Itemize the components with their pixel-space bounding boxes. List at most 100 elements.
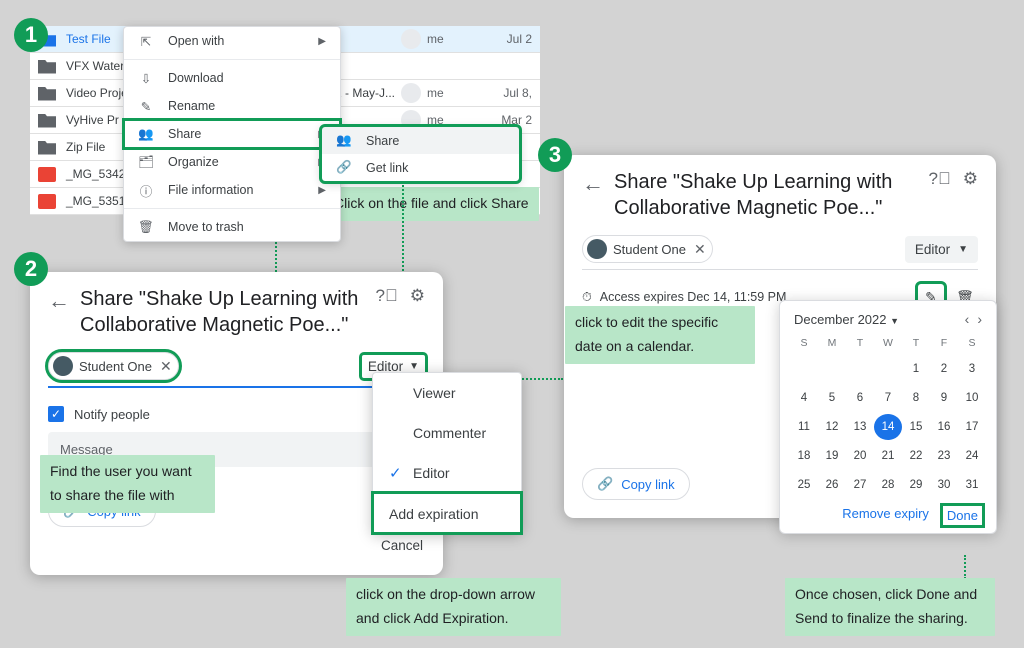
day-cell[interactable]: 20 bbox=[846, 443, 874, 469]
role-option-label: Viewer bbox=[413, 385, 456, 401]
day-cell[interactable]: 22 bbox=[902, 443, 930, 469]
day-cell[interactable]: 25 bbox=[790, 472, 818, 498]
day-cell[interactable]: 13 bbox=[846, 414, 874, 440]
mid-label: 1 - May-J... bbox=[335, 86, 395, 100]
day-cell[interactable]: 3 bbox=[958, 356, 986, 382]
role-viewer[interactable]: Viewer bbox=[373, 373, 521, 413]
image-icon bbox=[38, 194, 56, 209]
prev-month-icon[interactable]: ‹ bbox=[965, 311, 970, 327]
add-expiration[interactable]: Add expiration bbox=[373, 493, 521, 533]
day-cell[interactable]: 9 bbox=[930, 385, 958, 411]
day-cell[interactable]: 21 bbox=[874, 443, 902, 469]
day-cell[interactable]: 27 bbox=[846, 472, 874, 498]
gear-icon[interactable]: ⚙ bbox=[410, 286, 425, 306]
dow-label: S bbox=[958, 333, 986, 353]
user-chip[interactable]: Student One ✕ bbox=[582, 235, 713, 263]
day-cell[interactable]: 10 bbox=[958, 385, 986, 411]
file-owner: me bbox=[427, 113, 482, 127]
expiry-text: Access expires Dec 14, 11:59 PM bbox=[600, 290, 787, 304]
folder-icon bbox=[38, 113, 56, 128]
rename-icon: ✎ bbox=[138, 98, 154, 114]
image-icon bbox=[38, 167, 56, 182]
calendar-month[interactable]: December 2022 ▼ bbox=[794, 312, 899, 327]
role-option-label: Commenter bbox=[413, 425, 486, 441]
help-icon[interactable]: ?⃝ bbox=[929, 169, 951, 189]
menu-label: Rename bbox=[168, 99, 215, 113]
menu-label: Download bbox=[168, 71, 224, 85]
chevron-right-icon: ▶ bbox=[318, 185, 326, 196]
day-cell[interactable]: 8 bbox=[902, 385, 930, 411]
share-icon: 👥 bbox=[138, 126, 154, 142]
callout-step1: Click on the file and click Share bbox=[324, 187, 539, 221]
notify-checkbox[interactable]: ✓ bbox=[48, 406, 64, 422]
link-icon: 🔗 bbox=[597, 476, 613, 492]
back-arrow-icon[interactable]: ← bbox=[48, 288, 70, 314]
menu-open-with[interactable]: ⇱Open with▶ bbox=[124, 27, 340, 55]
menu-share[interactable]: 👥Share▶ bbox=[124, 120, 340, 148]
copy-link-button[interactable]: 🔗 Copy link bbox=[582, 468, 690, 500]
role-dropdown[interactable]: Editor ▼ bbox=[905, 236, 978, 263]
day-cell[interactable]: 17 bbox=[958, 414, 986, 440]
day-cell[interactable]: 5 bbox=[818, 385, 846, 411]
day-cell[interactable]: 2 bbox=[930, 356, 958, 382]
dow-label: T bbox=[902, 333, 930, 353]
chip-label: Student One bbox=[79, 359, 152, 374]
day-cell[interactable]: 29 bbox=[902, 472, 930, 498]
day-cell[interactable]: 23 bbox=[930, 443, 958, 469]
day-cell[interactable]: 15 bbox=[902, 414, 930, 440]
dow-label: T bbox=[846, 333, 874, 353]
next-month-icon[interactable]: › bbox=[977, 311, 982, 327]
back-arrow-icon[interactable]: ← bbox=[582, 171, 604, 197]
dow-label: F bbox=[930, 333, 958, 353]
day-cell[interactable]: 31 bbox=[958, 472, 986, 498]
day-cell[interactable]: 14 bbox=[874, 414, 902, 440]
dialog-title: Share "Shake Up Learning with Collaborat… bbox=[80, 286, 366, 338]
remove-expiry-button[interactable]: Remove expiry bbox=[842, 506, 929, 525]
file-date: Mar 2 bbox=[482, 113, 532, 127]
organize-icon: 🗂 bbox=[138, 154, 154, 170]
done-button[interactable]: Done bbox=[943, 506, 982, 525]
role-commenter[interactable]: Commenter bbox=[373, 413, 521, 453]
day-cell[interactable]: 18 bbox=[790, 443, 818, 469]
gear-icon[interactable]: ⚙ bbox=[963, 169, 978, 189]
day-cell[interactable]: 11 bbox=[790, 414, 818, 440]
chevron-right-icon: ▶ bbox=[318, 36, 326, 47]
cancel-button[interactable]: Cancel bbox=[381, 538, 423, 553]
menu-organize[interactable]: 🗂Organize▶ bbox=[124, 148, 340, 176]
remove-chip-icon[interactable]: ✕ bbox=[694, 241, 706, 258]
submenu-share[interactable]: 👥Share bbox=[322, 127, 519, 154]
menu-download[interactable]: ⇩Download bbox=[124, 64, 340, 92]
menu-file-info[interactable]: ⓘFile information▶ bbox=[124, 176, 340, 204]
day-cell[interactable]: 6 bbox=[846, 385, 874, 411]
submenu-get-link[interactable]: 🔗Get link bbox=[322, 154, 519, 181]
day-cell[interactable]: 19 bbox=[818, 443, 846, 469]
role-option-label: Add expiration bbox=[389, 506, 479, 522]
day-cell[interactable]: 16 bbox=[930, 414, 958, 440]
callout-edit-date: click to edit the specificdate on a cale… bbox=[565, 306, 755, 364]
day-cell[interactable]: 1 bbox=[902, 356, 930, 382]
day-cell[interactable]: 26 bbox=[818, 472, 846, 498]
callout-find-user: Find the user you wantto share the file … bbox=[40, 455, 215, 513]
day-cell[interactable]: 24 bbox=[958, 443, 986, 469]
day-blank bbox=[874, 356, 902, 382]
help-icon[interactable]: ?⃝ bbox=[376, 286, 398, 306]
user-chip[interactable]: Student One ✕ bbox=[48, 352, 179, 380]
chevron-down-icon: ▼ bbox=[890, 316, 899, 326]
copy-link-label: Copy link bbox=[621, 477, 674, 492]
file-date: Jul 8, bbox=[482, 86, 532, 100]
context-menu: ⇱Open with▶ ⇩Download ✎ Rename 👥 Share ▶ 🗂O… bbox=[123, 26, 341, 242]
menu-trash[interactable]: 🗑Move to trash bbox=[124, 213, 340, 241]
day-cell[interactable]: 7 bbox=[874, 385, 902, 411]
role-editor[interactable]: ✓Editor bbox=[373, 453, 521, 493]
menu-rename[interactable]: ✎ Rename bbox=[124, 92, 340, 120]
day-cell[interactable]: 4 bbox=[790, 385, 818, 411]
day-cell[interactable]: 30 bbox=[930, 472, 958, 498]
remove-chip-icon[interactable]: ✕ bbox=[160, 358, 172, 375]
day-cell[interactable]: 28 bbox=[874, 472, 902, 498]
trash-icon: 🗑 bbox=[138, 219, 154, 235]
day-cell[interactable]: 12 bbox=[818, 414, 846, 440]
step-2-badge: 2 bbox=[14, 252, 48, 286]
menu-label: Share bbox=[168, 127, 201, 141]
user-avatar-icon bbox=[53, 356, 73, 376]
file-owner: me bbox=[427, 86, 482, 100]
